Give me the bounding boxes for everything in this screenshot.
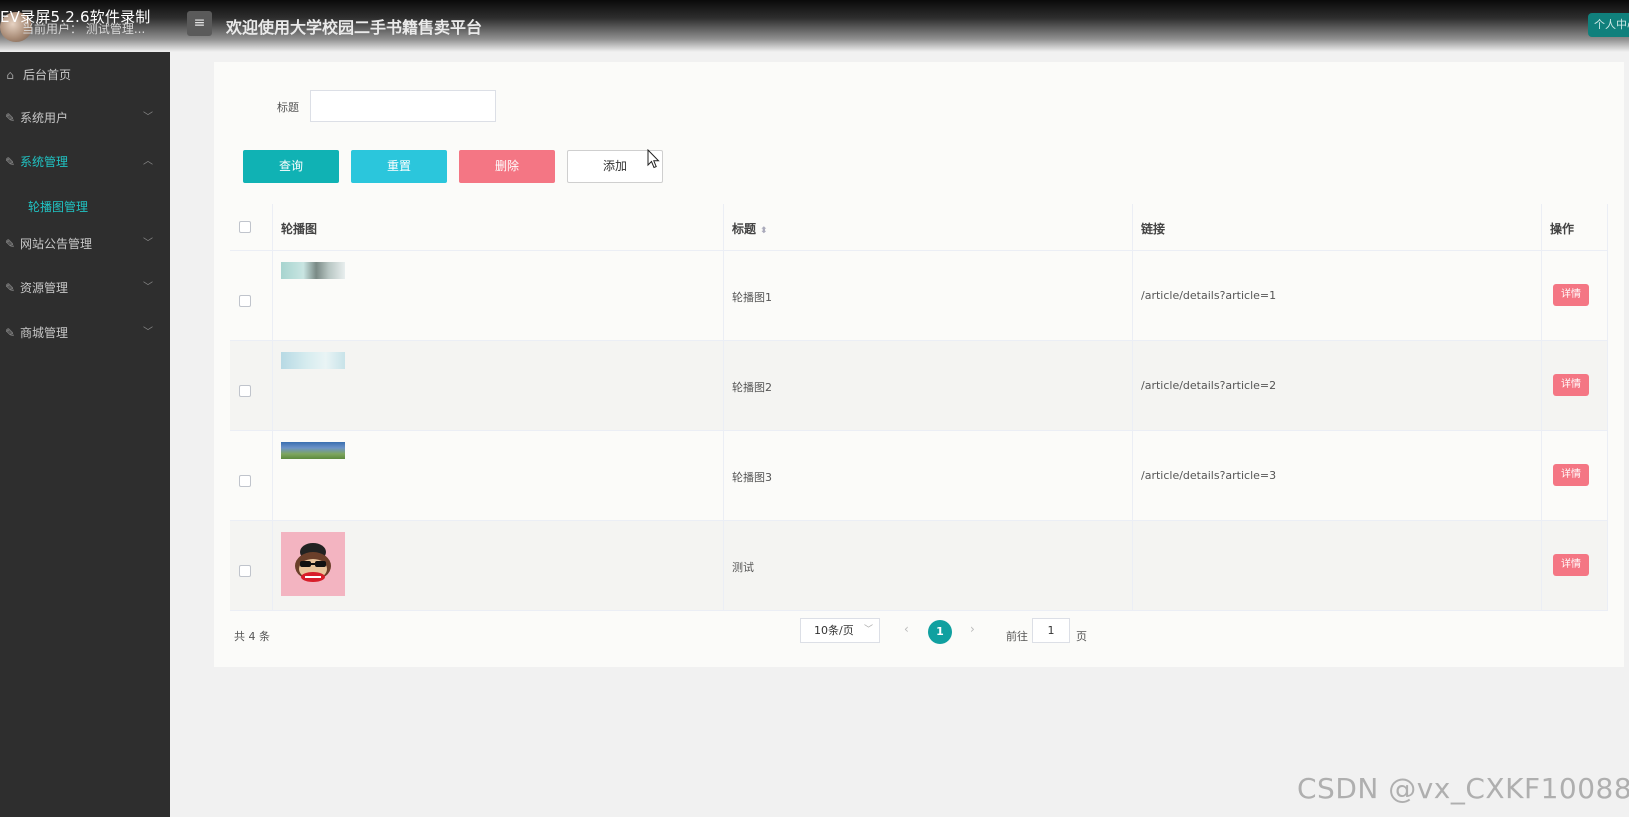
home-icon: ⌂ (6, 68, 14, 82)
reset-button[interactable]: 重置 (351, 150, 447, 183)
column-header-title[interactable]: 标题 ⬍ (732, 220, 768, 237)
detail-button[interactable]: 详情 (1553, 464, 1589, 486)
sidebar-item-system-management[interactable]: ✎ 系统管理 ︿ (0, 150, 170, 174)
carousel-thumbnail (281, 262, 345, 279)
row-title: 轮播图1 (732, 291, 772, 304)
table-row: 测试 详情 (230, 521, 1608, 611)
page-size-select[interactable]: 10条/页 ﹀ (800, 618, 880, 643)
csdn-watermark: CSDN @vx_CXKF10088 (1297, 772, 1629, 805)
edit-icon: ✎ (4, 237, 16, 251)
column-header-link: 链接 (1141, 222, 1166, 236)
personal-center-button[interactable]: 个人中心 (1588, 13, 1629, 37)
chevron-down-icon: ﹀ (863, 625, 873, 635)
prev-page-button[interactable]: ‹ (904, 622, 909, 636)
column-header-image: 轮播图 (281, 222, 318, 236)
table-row: 轮播图2 /article/details?article=2 详情 (230, 341, 1608, 431)
detail-button[interactable]: 详情 (1553, 374, 1589, 396)
delete-button[interactable]: 删除 (459, 150, 555, 183)
chevron-down-icon: ﹀ (143, 282, 153, 293)
row-checkbox[interactable] (239, 385, 251, 397)
carousel-thumbnail (281, 352, 345, 369)
row-checkbox[interactable] (239, 565, 251, 577)
sidebar-item-system-users[interactable]: ✎ 系统用户 ﹀ (0, 106, 170, 130)
recorder-watermark: EV录屏5.2.6软件录制 (0, 8, 151, 26)
row-link: /article/details?article=1 (1141, 289, 1277, 302)
sidebar: ⌂ 后台首页 ✎ 系统用户 ﹀ ✎ 系统管理 ︿ 轮播图管理 ✎ 网站公告管理 … (0, 52, 170, 817)
carousel-table: 轮播图 标题 ⬍ 链接 操作 轮播图1 /article/details?arti… (230, 204, 1608, 611)
sidebar-item-label: 系统用户 (20, 111, 69, 125)
row-link: /article/details?article=3 (1141, 469, 1277, 482)
sidebar-item-resources[interactable]: ✎ 资源管理 ﹀ (0, 276, 170, 300)
row-title: 轮播图2 (732, 381, 772, 394)
chevron-down-icon: ﹀ (143, 327, 153, 338)
next-page-button[interactable]: › (970, 622, 975, 636)
chevron-down-icon: ﹀ (143, 112, 153, 123)
goto-page-input[interactable]: 1 (1032, 618, 1070, 643)
goto-suffix: 页 (1076, 630, 1087, 643)
sidebar-item-announcements[interactable]: ✎ 网站公告管理 ﹀ (0, 232, 170, 256)
sidebar-item-label: 商城管理 (20, 326, 69, 340)
query-button[interactable]: 查询 (243, 150, 339, 183)
detail-button[interactable]: 详情 (1553, 554, 1589, 576)
search-title-input[interactable] (310, 90, 496, 122)
row-checkbox[interactable] (239, 295, 251, 307)
edit-icon: ✎ (4, 155, 16, 169)
row-link: /article/details?article=2 (1141, 379, 1277, 392)
edit-icon: ✎ (4, 326, 16, 340)
detail-button[interactable]: 详情 (1553, 284, 1589, 306)
total-count: 共 4 条 (234, 630, 270, 643)
page-title: 欢迎使用大学校园二手书籍售卖平台 (226, 18, 483, 37)
goto-label: 前往 (1006, 630, 1028, 643)
table-header-row: 轮播图 标题 ⬍ 链接 操作 (230, 204, 1608, 251)
chevron-down-icon: ﹀ (143, 238, 153, 249)
monkey-thumbnail (281, 532, 345, 596)
mouse-cursor-icon (647, 149, 660, 169)
page-size-value: 10条/页 (814, 624, 854, 637)
page-number-current[interactable]: 1 (928, 620, 952, 644)
table-row: 轮播图3 /article/details?article=3 详情 (230, 431, 1608, 521)
search-title-label: 标题 (277, 101, 299, 114)
edit-icon: ✎ (4, 281, 16, 295)
row-title: 测试 (732, 561, 754, 574)
sidebar-subitem-carousel[interactable]: 轮播图管理 (28, 198, 88, 215)
sidebar-item-home[interactable]: ⌂ 后台首页 (0, 63, 170, 87)
row-title: 轮播图3 (732, 471, 772, 484)
sidebar-item-label: 资源管理 (20, 281, 69, 295)
select-all-checkbox[interactable] (239, 221, 251, 233)
chevron-up-icon: ︿ (143, 156, 153, 167)
main-card: 标题 查询 重置 删除 添加 轮播图 标题 ⬍ 链接 操作 轮播图1 /artic… (214, 62, 1624, 667)
column-header-actions: 操作 (1550, 222, 1575, 236)
carousel-thumbnail (281, 442, 345, 459)
sidebar-item-label: 网站公告管理 (20, 237, 93, 251)
menu-toggle-button[interactable]: ≡ (187, 11, 212, 36)
sort-icon[interactable]: ⬍ (760, 226, 768, 236)
sidebar-item-label: 后台首页 (23, 68, 72, 82)
table-row: 轮播图1 /article/details?article=1 详情 (230, 251, 1608, 341)
sidebar-item-shop[interactable]: ✎ 商城管理 ﹀ (0, 321, 170, 345)
edit-icon: ✎ (4, 111, 16, 125)
row-checkbox[interactable] (239, 475, 251, 487)
sidebar-item-label: 系统管理 (20, 155, 69, 169)
